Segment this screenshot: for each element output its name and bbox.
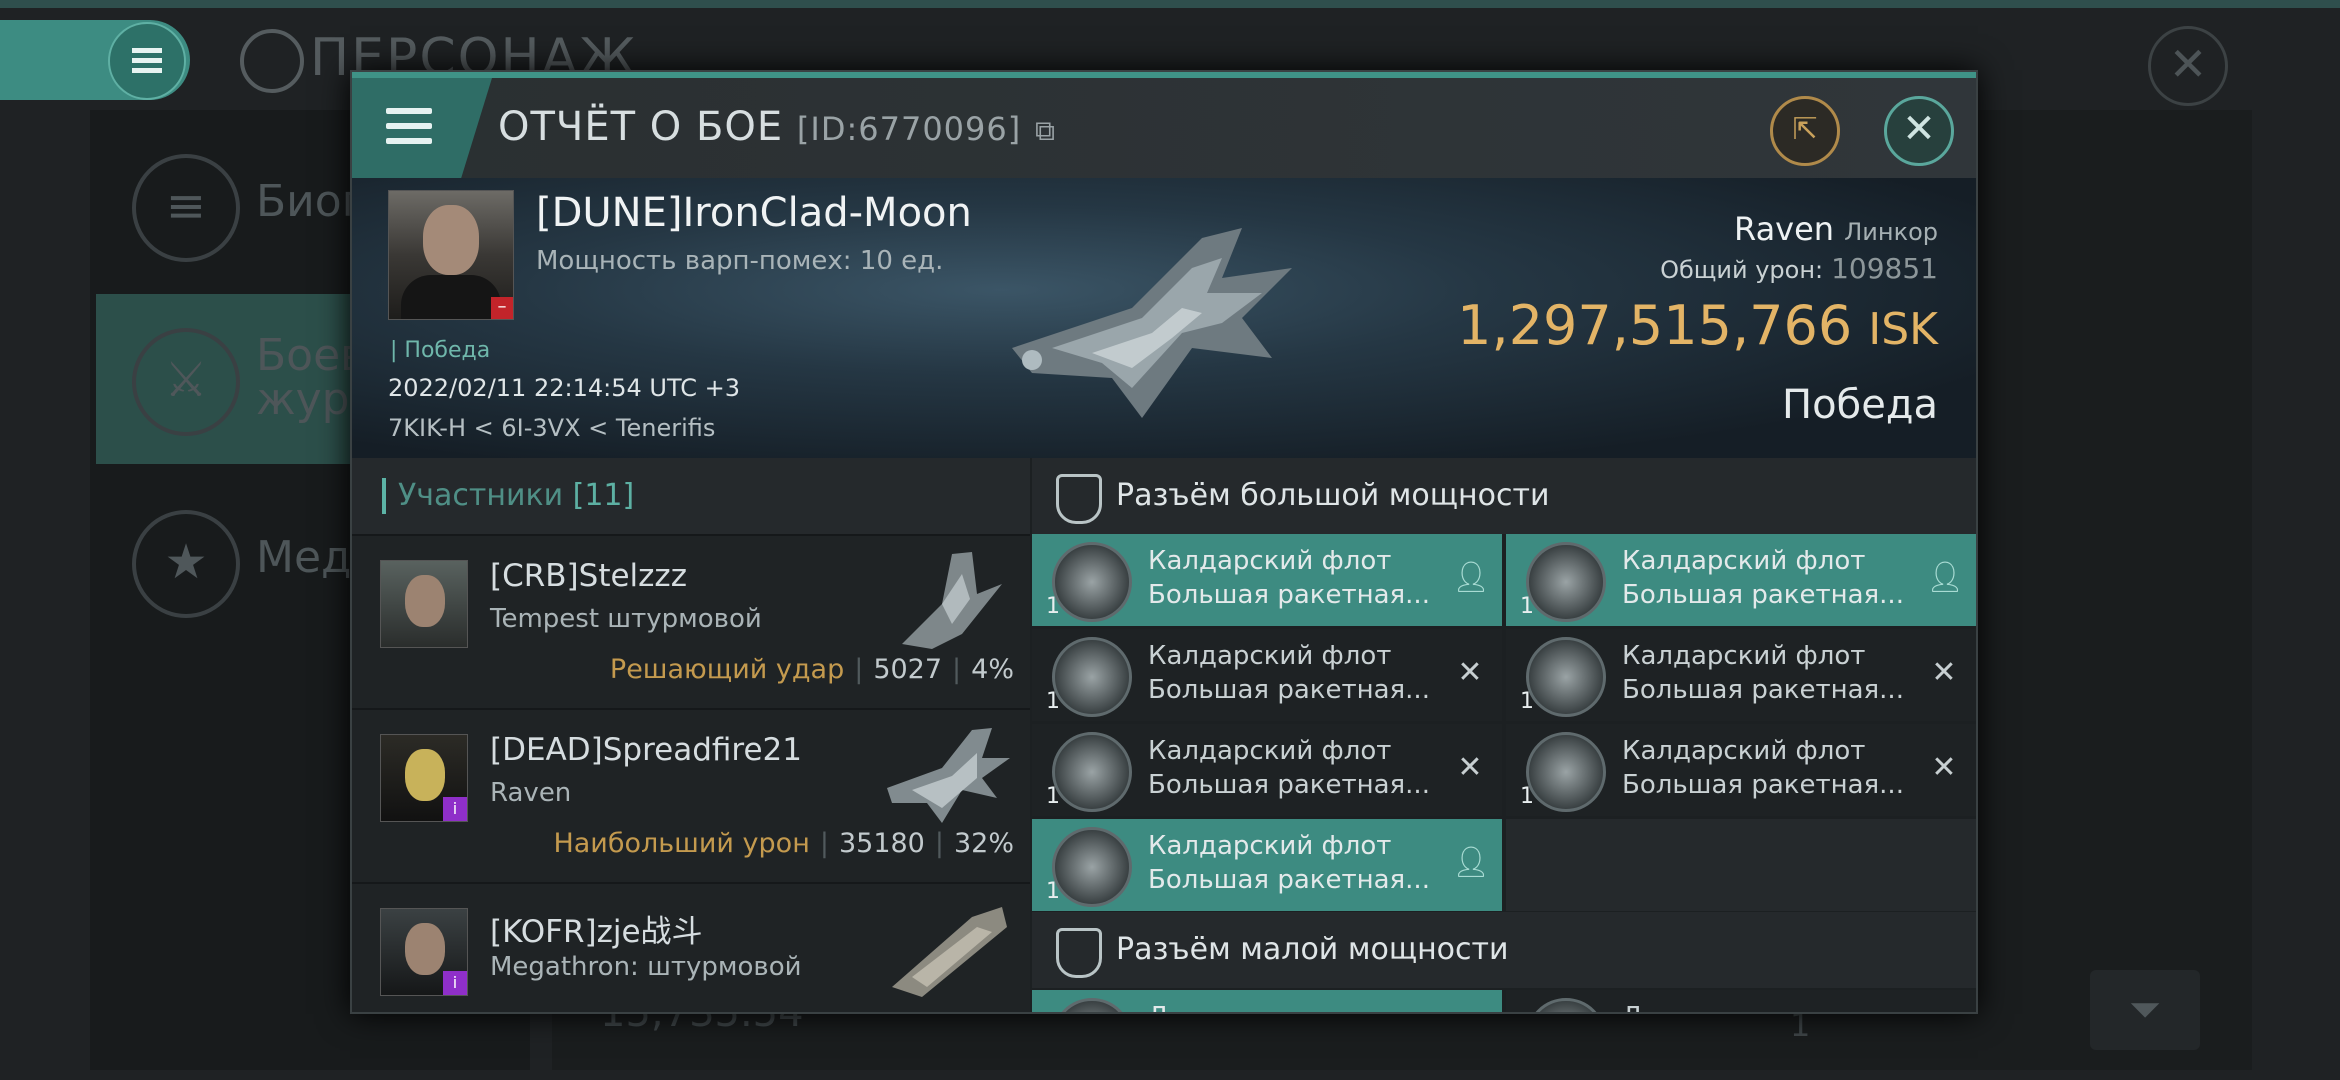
missile-launcher-icon — [1052, 542, 1132, 622]
character-icon — [240, 29, 304, 93]
module-cell[interactable]: 1 Калдарский флот Большая ракетная... ✕ — [1506, 629, 1976, 721]
dropped-person-icon: 👤︎ — [1452, 560, 1491, 595]
destroyed-x-icon: ✕ — [1457, 655, 1483, 690]
modal-title: ОТЧЁТ О БОЕ [ID:6770096] ⧉ — [498, 104, 1056, 150]
victim-ship[interactable]: Raven Линкор — [1734, 210, 1938, 248]
participants-count: [11] — [572, 478, 635, 513]
missile-launcher-icon — [1052, 732, 1132, 812]
tempest-ship-image — [902, 552, 1002, 649]
filter-button[interactable]: ⏷ — [2090, 970, 2200, 1050]
participant-name: [DEAD]Spreadfire21 — [490, 732, 802, 768]
background-menu-button[interactable] — [0, 20, 190, 100]
participant-avatar: i — [380, 734, 468, 822]
slot-high-icon — [1056, 474, 1102, 524]
battle-datetime: 2022/02/11 22:14:54 UTC +3 — [388, 374, 740, 402]
participant-avatar: i — [380, 908, 468, 996]
missile-launcher-icon — [1526, 542, 1606, 622]
missile-launcher-icon — [1052, 637, 1132, 717]
participant-ship: Tempest штурмовой — [490, 604, 762, 634]
battle-outcome: Победа — [1782, 382, 1938, 428]
share-icon: ⇱ — [1792, 112, 1818, 147]
copy-icon[interactable]: ⧉ — [1035, 114, 1056, 147]
empty-slot — [1506, 819, 1976, 911]
hostile-tag-icon: – — [491, 297, 513, 319]
participant-ship: Raven — [490, 778, 572, 808]
victim-banner: – [DUNE]IronClad-Moon Мощность варп-поме… — [352, 178, 1976, 458]
participant-stats: Наибольший урон | 35180 | 32% — [553, 828, 1014, 859]
result-tag: | Победа — [390, 338, 491, 363]
crossed-swords-icon: ⚔ — [132, 328, 240, 436]
participant-row[interactable]: [CRB]Stelzzz Tempest штурмовой Решающий … — [352, 536, 1030, 710]
raven-ship-image — [1012, 228, 1292, 418]
modal-header: ОТЧЁТ О БОЕ [ID:6770096] ⧉ ⇱ ✕ — [352, 78, 1976, 178]
participant-avatar — [380, 560, 468, 648]
participant-stats: Решающий удар | 5027 | 4% — [609, 654, 1014, 685]
close-button[interactable]: ✕ — [1884, 96, 1954, 166]
module-cell[interactable]: 1 Калдарский флот Большая ракетная... ✕ — [1032, 629, 1502, 721]
share-button[interactable]: ⇱ — [1770, 96, 1840, 166]
module-cell[interactable]: 1 Калдарский флот Большая ракетная... ✕ — [1506, 724, 1976, 816]
module-icon — [1052, 998, 1132, 1012]
missile-launcher-icon — [1526, 637, 1606, 717]
dropped-person-icon: 👤︎ — [1926, 560, 1965, 595]
destroyed-x-icon: ✕ — [1931, 655, 1957, 690]
module-cell[interactable]: 1 Калдарский флот Большая ракетная... ✕ — [1032, 724, 1502, 816]
victim-name[interactable]: [DUNE]IronClad-Moon — [536, 190, 972, 236]
module-cell[interactable]: Д — [1506, 990, 1976, 1012]
destroyed-x-icon: ✕ — [1931, 750, 1957, 785]
total-damage: Общий урон: 109851 — [1660, 252, 1938, 285]
participant-row[interactable]: i [DEAD]Spreadfire21 Raven Наибольший ур… — [352, 710, 1030, 884]
module-cell[interactable]: 1 Калдарский флот Большая ракетная... 👤︎ — [1032, 534, 1502, 626]
close-icon: ✕ — [1902, 106, 1936, 152]
dropped-person-icon: 👤︎ — [1452, 845, 1491, 880]
victim-warp-strength: Мощность варп-помех: 10 ед. — [536, 246, 944, 276]
isk-value: 1,297,515,766 ISK — [1457, 294, 1938, 357]
participant-ship: Megathron: штурмовой — [490, 952, 802, 982]
star-badge-icon: ★ — [132, 510, 240, 618]
participants-label: Участники — [398, 478, 564, 513]
raven-ship-image — [887, 728, 1010, 823]
high-slot-header: Разъём большой мощности — [1032, 458, 1976, 534]
missile-launcher-icon — [1052, 827, 1132, 907]
filter-icon: ⏷ — [2129, 987, 2161, 1033]
report-id: [ID:6770096] — [796, 110, 1022, 148]
slot-low-icon — [1056, 928, 1102, 978]
list-icon: ≡ — [132, 154, 240, 262]
low-slot-title: Разъём малой мощности — [1116, 932, 1509, 967]
battle-location[interactable]: 7KIK-H < 6I-3VX < Tenerifis — [388, 414, 715, 442]
module-cell[interactable]: Д — [1032, 990, 1502, 1012]
module-cell[interactable]: 1 Калдарский флот Большая ракетная... 👤︎ — [1032, 819, 1502, 911]
corp-tag-icon: i — [443, 797, 467, 821]
participant-name: [KOFR]zje战斗 — [490, 914, 703, 950]
module-cell[interactable]: 1 Калдарский флот Большая ракетная... 👤︎ — [1506, 534, 1976, 626]
high-slot-title: Разъём большой мощности — [1116, 478, 1550, 513]
module-icon — [1526, 998, 1606, 1012]
top-accent-line — [0, 0, 2340, 8]
menu-icon — [386, 108, 432, 153]
low-slot-header: Разъём малой мощности — [1032, 912, 1976, 988]
participants-header[interactable]: Участники [11] — [352, 458, 1030, 536]
participant-row[interactable]: i [KOFR]zje战斗 Megathron: штурмовой — [352, 884, 1030, 1012]
missile-launcher-icon — [1526, 732, 1606, 812]
background-close-button[interactable]: ✕ — [2148, 26, 2228, 106]
corp-tag-icon: i — [443, 971, 467, 995]
participant-name: [CRB]Stelzzz — [490, 558, 687, 594]
menu-icon — [108, 22, 186, 100]
megathron-ship-image — [892, 907, 1007, 997]
destroyed-x-icon: ✕ — [1457, 750, 1483, 785]
modal-title-text: ОТЧЁТ О БОЕ — [498, 104, 784, 150]
modal-menu-button[interactable] — [352, 78, 492, 178]
battle-report-modal: ОТЧЁТ О БОЕ [ID:6770096] ⧉ ⇱ ✕ – [DUNE]I… — [350, 70, 1978, 1014]
victim-avatar[interactable]: – — [388, 190, 514, 320]
